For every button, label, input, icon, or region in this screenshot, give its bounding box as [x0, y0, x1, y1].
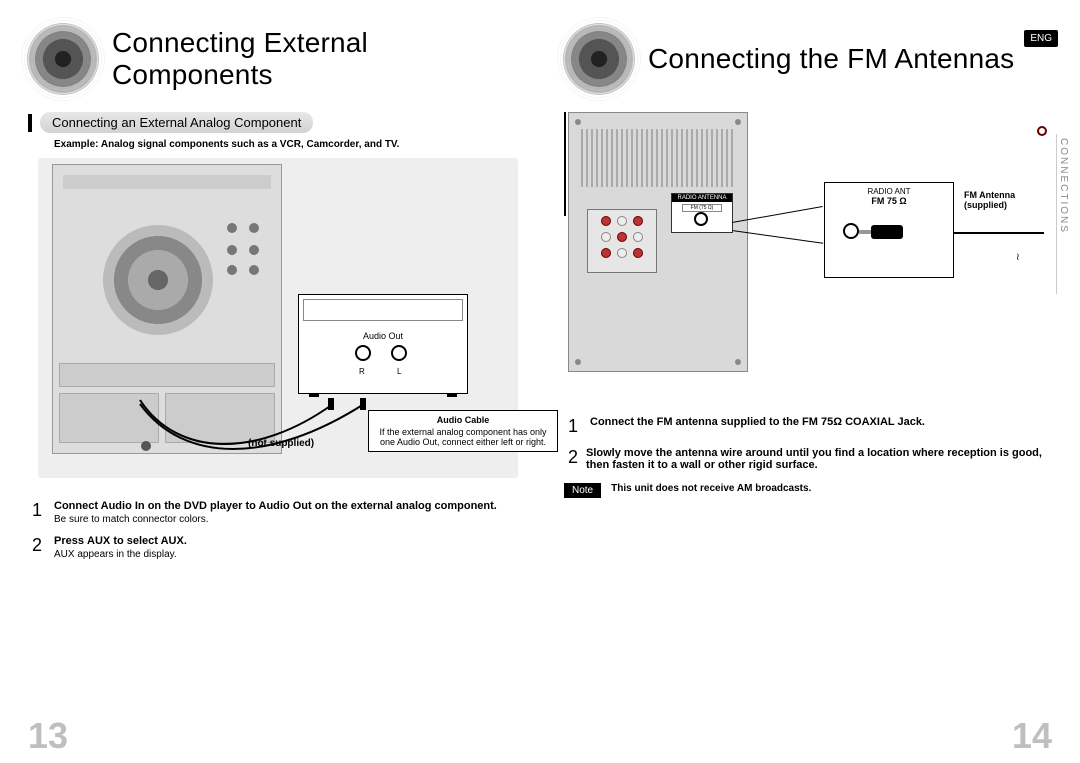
- fm-jack-callout: RADIO ANT FM 75 Ω: [824, 182, 954, 278]
- antenna-tip-icon: [1037, 126, 1047, 136]
- page-number-right: 14: [1012, 715, 1052, 757]
- note-text: This unit does not receive AM broadcasts…: [611, 483, 811, 494]
- audio-cable-note-body: If the external analog component has onl…: [379, 427, 546, 447]
- section-tab: CONNECTIONS: [1056, 134, 1070, 294]
- illustration-fm-antenna: RADIO ANTENNA FM (75 Ω) RADIO ANT FM 75 …: [564, 112, 1044, 412]
- step-1: 1 Connect the FM antenna supplied to the…: [568, 416, 1056, 437]
- example-text: Example: Analog signal components such a…: [54, 139, 512, 150]
- note-row: Note This unit does not receive AM broad…: [564, 483, 1056, 498]
- jack-r-label: R: [359, 367, 365, 376]
- step-number: 1: [568, 416, 582, 437]
- step-text: Connect Audio In on the DVD player to Au…: [54, 500, 497, 512]
- note-badge: Note: [564, 483, 601, 498]
- right-steps: 1 Connect the FM antenna supplied to the…: [568, 416, 1056, 471]
- step-text: Press AUX to select AUX.: [54, 535, 187, 547]
- step-1: 1 Connect Audio In on the DVD player to …: [32, 500, 512, 525]
- jack-l-label: L: [397, 367, 401, 376]
- left-steps: 1 Connect Audio In on the DVD player to …: [32, 500, 512, 560]
- section-marker: [28, 114, 32, 132]
- external-device-drawing: Audio Out R L: [298, 294, 468, 394]
- section-header: Connecting an External Analog Component: [40, 112, 313, 133]
- callout-header: RADIO ANT: [825, 187, 953, 196]
- radio-antenna-sub: FM (75 Ω): [682, 204, 722, 212]
- audio-cable-note: Audio Cable If the external analog compo…: [368, 410, 558, 452]
- step-number: 2: [32, 535, 46, 560]
- callout-label: FM 75 Ω: [825, 196, 953, 206]
- step-number: 1: [32, 500, 46, 525]
- fm-antenna-supplied-label: FM Antenna (supplied): [964, 190, 1044, 210]
- radio-antenna-header: RADIO ANTENNA: [672, 194, 732, 202]
- language-badge: ENG: [1024, 30, 1058, 47]
- page-number-left: 13: [28, 715, 68, 757]
- step-2: 2 Slowly move the antenna wire around un…: [568, 447, 1056, 471]
- audio-out-label: Audio Out: [299, 331, 467, 341]
- step-subtext: Be sure to match connector colors.: [54, 514, 497, 525]
- not-supplied-label: (not supplied): [248, 438, 314, 449]
- step-2: 2 Press AUX to select AUX. AUX appears i…: [32, 535, 512, 560]
- fm-jack-panel: RADIO ANTENNA FM (75 Ω): [671, 193, 733, 233]
- page-title-left: Connecting External Components: [112, 27, 512, 91]
- step-text: Slowly move the antenna wire around unti…: [586, 447, 1042, 471]
- step-subtext: AUX appears in the display.: [54, 549, 187, 560]
- audio-cable-drawing: [138, 398, 398, 468]
- back-panel-drawing: RADIO ANTENNA FM (75 Ω): [568, 112, 748, 372]
- step-number: 2: [568, 447, 578, 471]
- step-text: Connect the FM antenna supplied to the F…: [590, 416, 925, 428]
- speaker-icon: [564, 24, 634, 94]
- illustration-external-component: Audio Out R L (not supplied) Audio Cable…: [38, 158, 518, 478]
- page-title-right: Connecting the FM Antennas: [648, 43, 1014, 75]
- speaker-icon: [28, 24, 98, 94]
- audio-cable-note-header: Audio Cable: [375, 415, 551, 425]
